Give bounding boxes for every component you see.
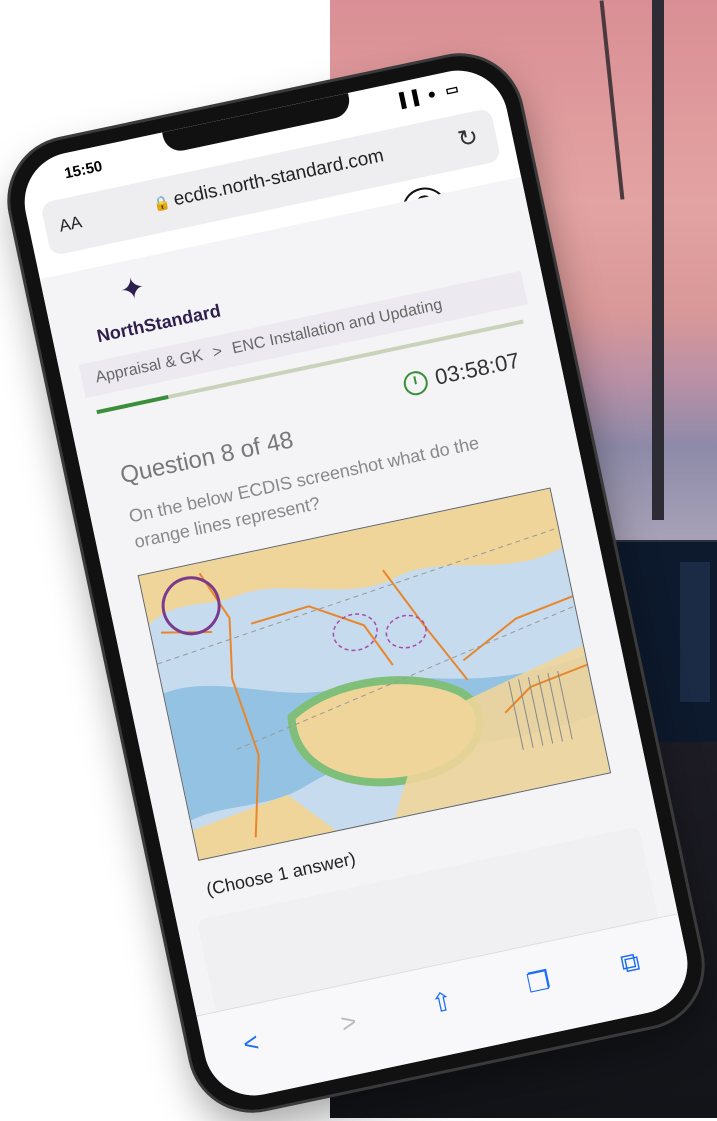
breadcrumb-current: ENC Installation and Updating [230, 296, 444, 358]
reload-icon[interactable]: ↻ [455, 122, 481, 155]
progress-fill [96, 395, 169, 415]
lock-icon: 🔒 [151, 193, 172, 213]
signal-wifi-battery-icon: ▐▐ ● ▭ [393, 79, 463, 110]
bookmarks-icon[interactable]: ❐ [524, 965, 553, 1000]
clock-icon [401, 369, 431, 398]
breadcrumb-separator: > [211, 342, 224, 362]
forward-icon[interactable]: > [338, 1006, 359, 1039]
ecdis-screenshot-image [137, 487, 612, 861]
background-mast [652, 0, 664, 520]
northstandard-logo-icon: ✦ [116, 270, 149, 309]
monitor-panel [680, 562, 710, 702]
share-icon[interactable]: ⇧ [428, 985, 456, 1020]
back-icon[interactable]: < [240, 1027, 261, 1060]
timer: 03:58:07 [401, 347, 522, 398]
status-time: 15:50 [62, 157, 104, 183]
timer-value: 03:58:07 [432, 347, 522, 390]
tabs-icon[interactable]: ⧉ [618, 946, 643, 981]
breadcrumb-parent[interactable]: Appraisal & GK [94, 347, 205, 386]
text-size-button[interactable]: AA [57, 212, 83, 236]
ecdis-chart-graphic [138, 488, 610, 860]
